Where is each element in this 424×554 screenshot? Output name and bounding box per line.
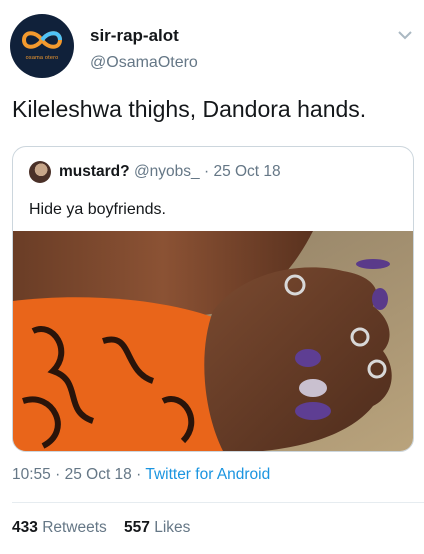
quoted-handle[interactable]: @nyobs_ [134, 163, 200, 180]
tweet-source-link[interactable]: Twitter for Android [145, 466, 270, 483]
chevron-down-icon[interactable] [396, 28, 414, 42]
retweets-label: Retweets [42, 519, 107, 536]
avatar-text: osama otero [25, 55, 59, 61]
quoted-header: mustard? @nyobs_ · 25 Oct 18 [59, 163, 281, 181]
quoted-avatar[interactable] [29, 161, 51, 183]
tweet-date[interactable]: 25 Oct 18 [65, 466, 132, 483]
tweet-stats: 433 Retweets 557 Likes [12, 519, 190, 537]
tweet-text: Kileleshwa thighs, Dandora hands. [12, 96, 367, 122]
meta-separator-1: · [55, 466, 61, 483]
retweets-stat[interactable]: 433 Retweets [12, 519, 107, 536]
author-display-name[interactable]: sir-rap-alot [90, 26, 179, 46]
tweet-time[interactable]: 10:55 [12, 466, 51, 483]
likes-count: 557 [124, 519, 150, 536]
quoted-photo[interactable] [13, 231, 413, 451]
likes-stat[interactable]: 557 Likes [124, 519, 190, 536]
tweet-header: osama otero sir-rap-alot @OsamaOtero [10, 14, 414, 84]
author-avatar[interactable]: osama otero [10, 14, 74, 78]
author-handle[interactable]: @OsamaOtero [90, 54, 198, 72]
quoted-tweet[interactable]: mustard? @nyobs_ · 25 Oct 18 Hide ya boy… [12, 146, 414, 452]
meta-separator-2: · [136, 466, 142, 483]
quoted-text: Hide ya boyfriends. [29, 201, 166, 218]
infinity-logo-icon [21, 31, 63, 49]
quoted-display-name[interactable]: mustard? [59, 163, 130, 180]
retweets-count: 433 [12, 519, 38, 536]
quoted-date[interactable]: 25 Oct 18 [213, 163, 280, 180]
tweet-meta: 10:55 · 25 Oct 18 · Twitter for Android [12, 466, 270, 484]
divider [12, 502, 424, 503]
likes-label: Likes [154, 519, 191, 536]
quoted-separator: · [203, 163, 210, 180]
